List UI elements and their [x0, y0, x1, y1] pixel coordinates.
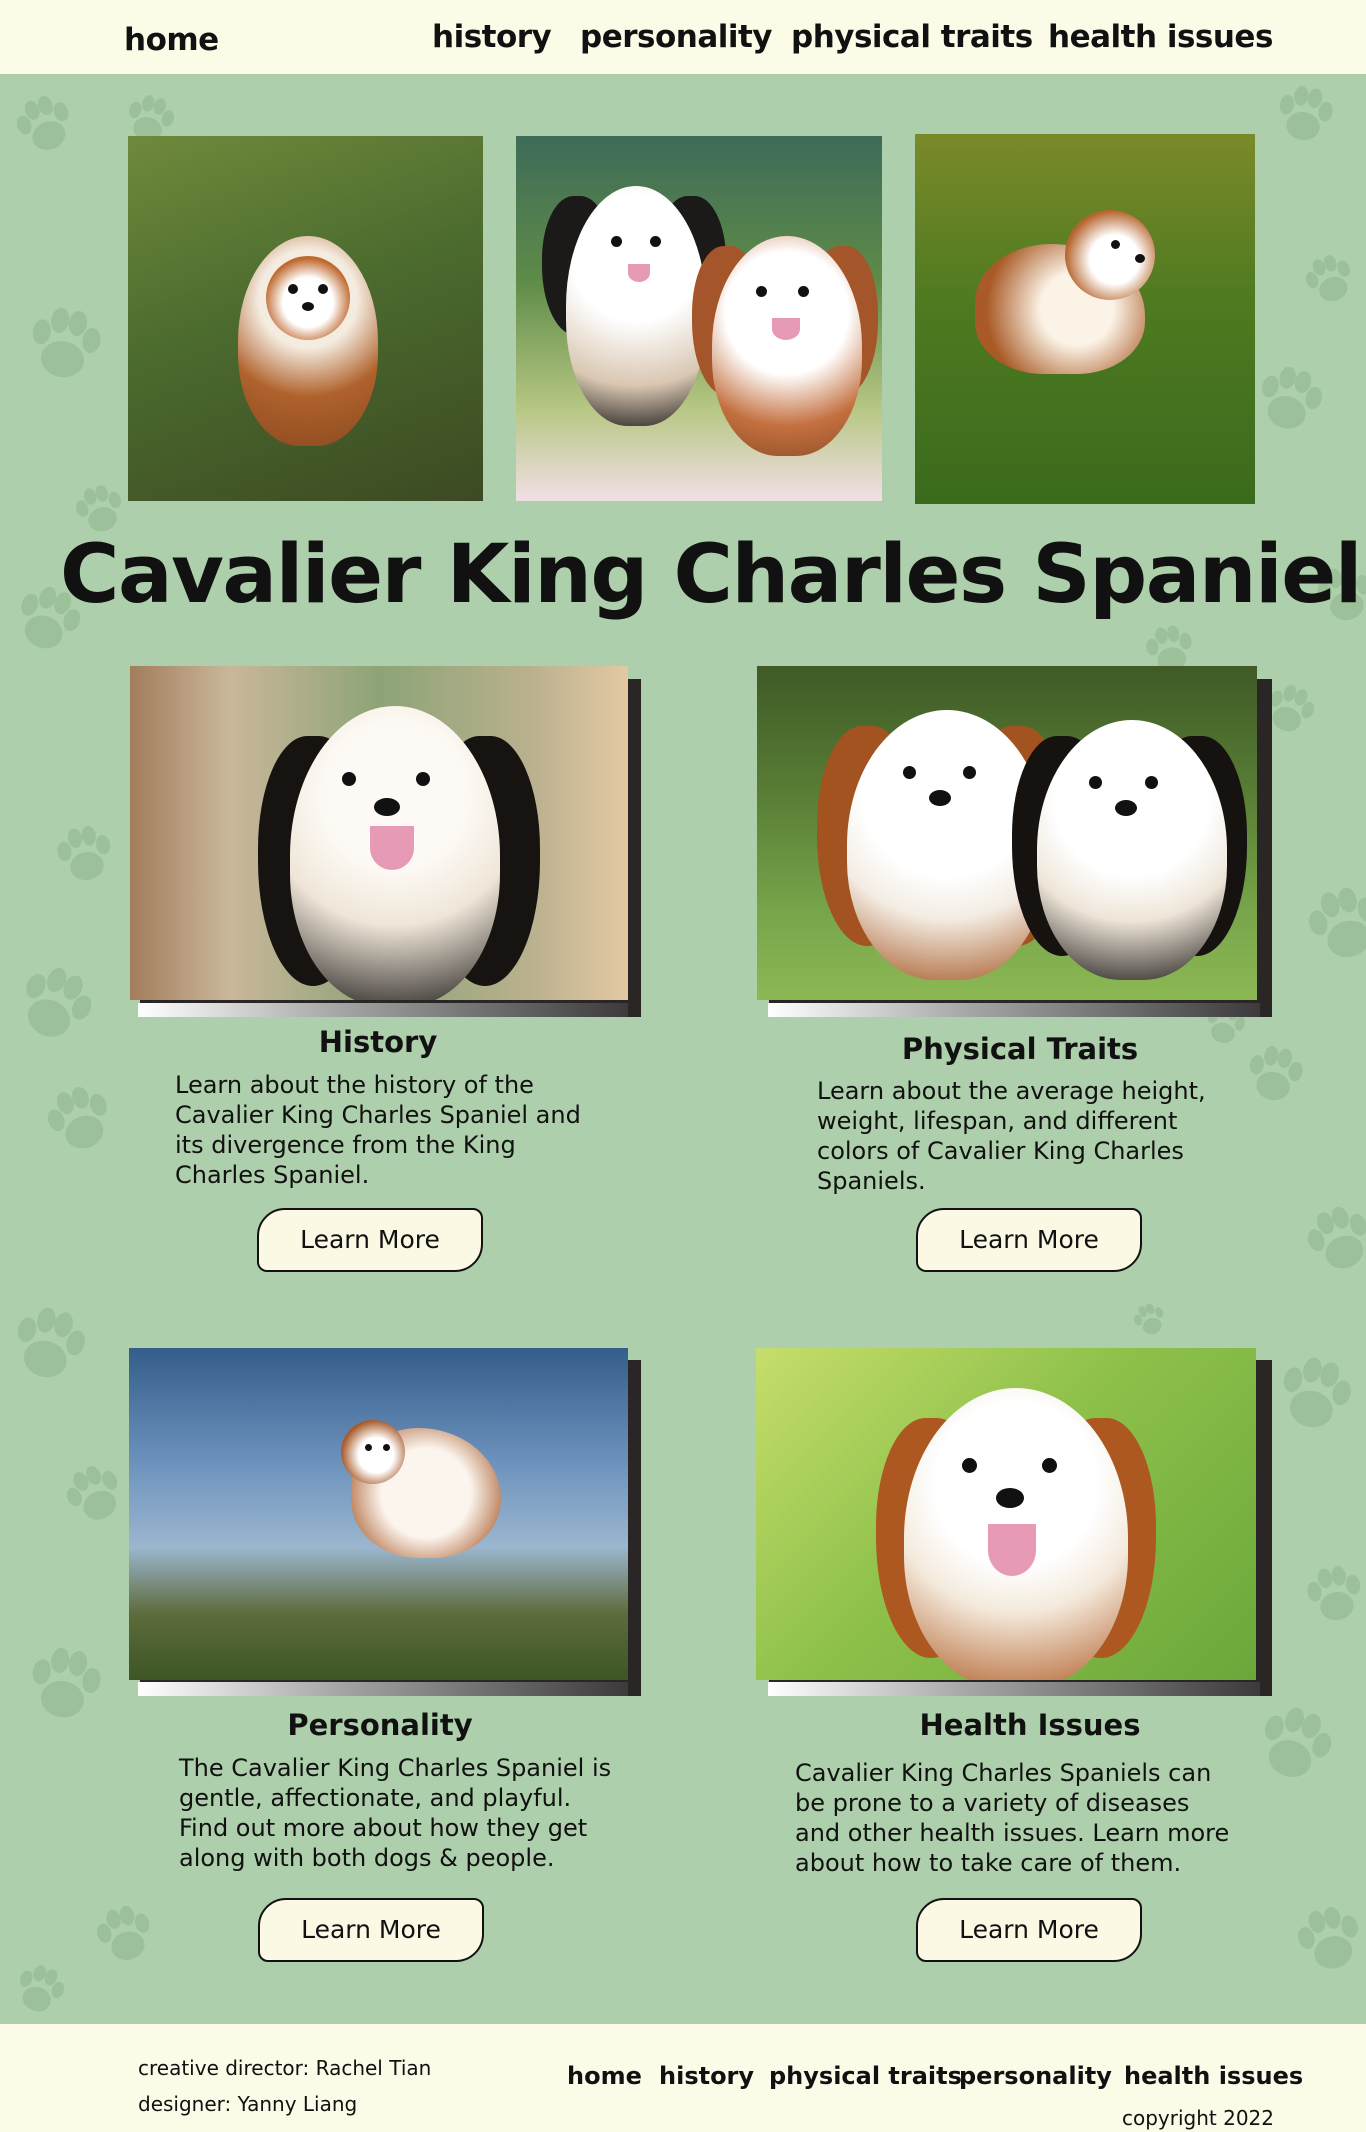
paw-print	[1289, 1189, 1366, 1292]
paw-print	[1281, 1891, 1366, 1989]
paw-print	[1234, 1034, 1315, 1115]
history-learn-more-button[interactable]: Learn More	[257, 1208, 483, 1272]
footer-copyright: copyright 2022	[1121, 2106, 1274, 2130]
health-issues-card-title: Health Issues	[919, 1708, 1141, 1742]
paw-print	[1237, 1687, 1352, 1802]
physical-traits-photo-underline	[768, 1003, 1260, 1017]
history-card-text: Learn about the history of the Cavalier …	[175, 1071, 581, 1189]
history-photo	[130, 666, 628, 1000]
footer-link-history[interactable]: history	[659, 2062, 754, 2090]
paw-print	[1290, 870, 1366, 980]
footer-link-home[interactable]: home	[567, 2062, 642, 2090]
paw-print	[1260, 1340, 1366, 1450]
nav-link-physical-traits[interactable]: physical traits	[791, 19, 1033, 55]
physical-traits-card-text: Learn about the average height, weight, …	[817, 1077, 1206, 1195]
footer-creative-director: creative director: Rachel Tian	[138, 2056, 432, 2080]
nav-link-history[interactable]: history	[432, 19, 552, 55]
personality-photo-underline	[138, 1682, 628, 1696]
paw-print	[1124, 1294, 1175, 1345]
health-issues-card-text: Cavalier King Charles Spaniels can be pr…	[795, 1759, 1230, 1877]
footer-link-health-issues[interactable]: health issues	[1124, 2062, 1303, 2090]
history-card-title: History	[318, 1025, 438, 1059]
nav-link-personality[interactable]: personality	[580, 19, 773, 55]
personality-learn-more-button[interactable]: Learn More	[258, 1898, 484, 1962]
personality-card-title: Personality	[287, 1708, 473, 1742]
health-issues-photo-underline	[768, 1682, 1260, 1696]
gallery-photo-two-dogs-flowers	[516, 136, 882, 501]
health-issues-photo	[756, 1348, 1256, 1680]
paw-print	[1294, 1554, 1366, 1635]
footer: creative director: Rachel Tian designer:…	[0, 2024, 1366, 2132]
gallery-photo-puppy-grass	[915, 134, 1255, 504]
paw-print	[0, 80, 90, 170]
footer-link-personality[interactable]: personality	[959, 2062, 1112, 2090]
paw-print	[1241, 351, 1339, 449]
physical-traits-card-title: Physical Traits	[901, 1032, 1139, 1066]
paw-print	[0, 1290, 104, 1400]
footer-link-physical-traits[interactable]: physical traits	[769, 2062, 962, 2090]
personality-photo	[129, 1348, 628, 1680]
history-photo-underline	[138, 1003, 628, 1017]
health-issues-learn-more-button[interactable]: Learn More	[916, 1898, 1142, 1962]
top-navigation: home history personality physical traits…	[0, 0, 1366, 74]
nav-link-home[interactable]: home	[124, 22, 219, 58]
paw-print	[2, 1952, 79, 2029]
physical-traits-learn-more-button[interactable]: Learn More	[916, 1208, 1142, 1272]
personality-card-text: The Cavalier King Charles Spaniel is gen…	[179, 1754, 612, 1872]
paw-print	[13, 1633, 117, 1737]
page-title: Cavalier King Charles Spaniel	[60, 528, 1363, 622]
paw-print	[0, 945, 115, 1065]
physical-traits-photo	[757, 666, 1257, 1000]
gallery-photo-running-dog	[128, 136, 483, 501]
paw-print	[1292, 242, 1366, 319]
nav-link-health-issues[interactable]: health issues	[1048, 19, 1273, 55]
footer-designer: designer: Yanny Liang	[138, 2092, 358, 2116]
paw-print	[44, 814, 125, 895]
paw-print	[48, 1448, 141, 1541]
paw-print	[13, 293, 117, 397]
paw-print	[82, 1892, 168, 1978]
paw-print	[1264, 74, 1345, 155]
paw-print	[29, 1069, 132, 1172]
